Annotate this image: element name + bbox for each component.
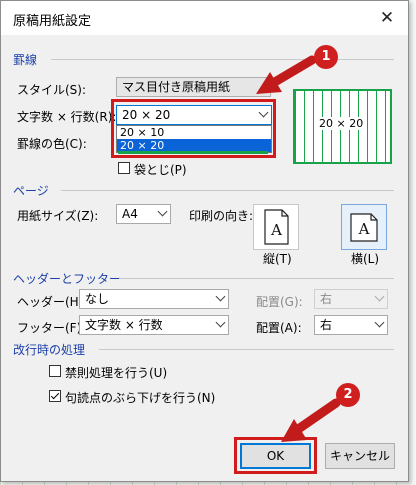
annotation-overlay: [256, 55, 341, 442]
annotation-badge-1: 1: [314, 45, 338, 69]
arrow-icon: [281, 398, 341, 442]
annotation-badge-2: 2: [336, 383, 360, 407]
arrow-icon: [256, 55, 317, 94]
